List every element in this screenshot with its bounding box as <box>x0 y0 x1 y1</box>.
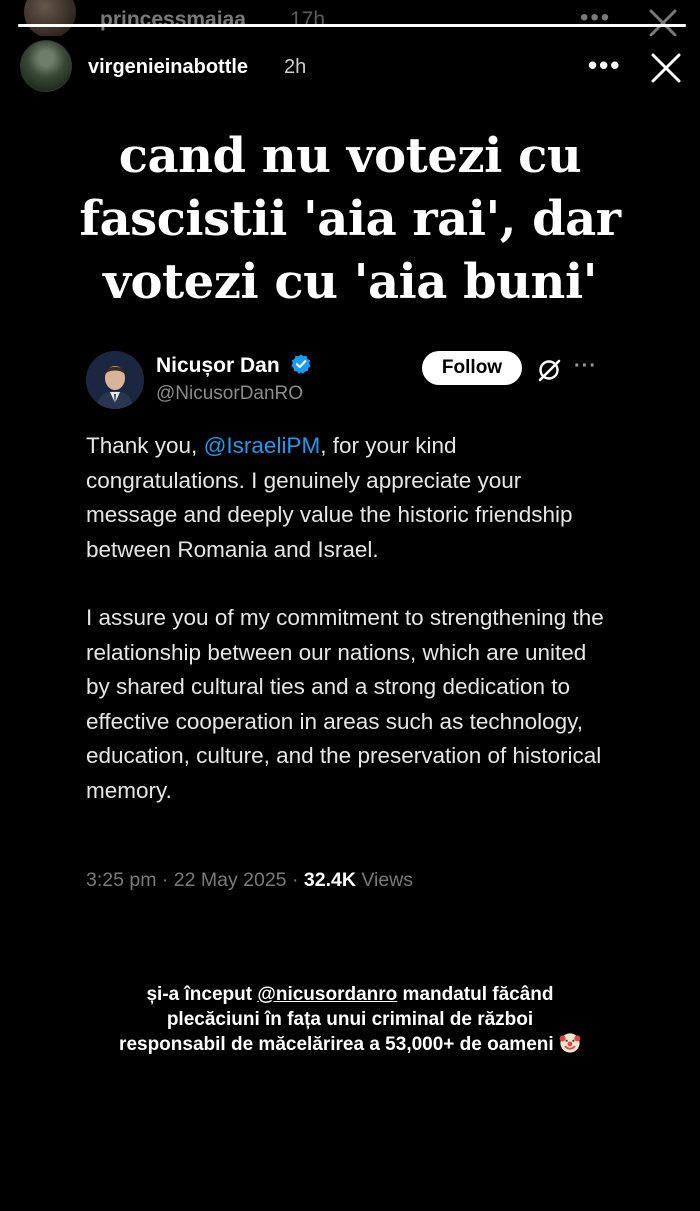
story-time: 2h <box>284 56 307 78</box>
mention-tag[interactable]: @nicusordanro <box>257 984 397 1005</box>
story-progress-fill <box>18 24 686 27</box>
previous-story-close-icon <box>649 9 677 36</box>
tweet-mention: @IsraeliPM <box>203 433 321 458</box>
headline-line-3: votezi cu 'aia buni' <box>103 254 597 310</box>
grok-icon <box>538 359 561 382</box>
tweet-paragraph-2: I assure you of my commitment to strengt… <box>86 605 604 803</box>
tweet-views-label: Views <box>355 869 414 891</box>
tweet-author-handle: @NicusorDanRO <box>156 383 304 404</box>
tweet-author-portrait-icon <box>86 351 144 409</box>
previous-story-more-icon: ••• <box>580 4 612 31</box>
story-author-username[interactable]: virgenieinabottle <box>88 56 248 79</box>
story-progress-bar <box>18 24 686 27</box>
story-caption: și-a început @nicusordanro mandatul făcâ… <box>60 982 640 1057</box>
story-header: virgenieinabottle 2h ••• <box>0 38 700 98</box>
previous-story-header: princessmaiaa 17h ••• <box>0 0 700 36</box>
more-options-icon[interactable]: ••• <box>588 50 621 81</box>
caption-line-1: și-a început @nicusordanro mandatul făcâ… <box>146 984 554 1005</box>
tweet-timestamp: 3:25 pm · 22 May 2025 · <box>86 869 304 891</box>
close-icon[interactable] <box>650 52 682 84</box>
caption-line-2: plecăciuni în fața unui criminal de răzb… <box>166 1009 534 1030</box>
caption-line-3: responsabil de măcelărirea a 53,000+ de … <box>60 1032 640 1057</box>
verified-badge-icon <box>290 354 311 374</box>
headline-line-2: fascistii 'aia rai', dar <box>79 191 621 247</box>
tweet-meta: 3:25 pm · 22 May 2025 · 32.4K Views <box>86 869 413 892</box>
clown-face-icon <box>559 1033 581 1053</box>
tweet-author-avatar <box>86 351 144 409</box>
tweet-views-count: 32.4K <box>303 869 356 891</box>
previous-story-time: 17h <box>290 8 326 31</box>
tweet-more-icon: ··· <box>574 355 597 377</box>
tweet-author-name: Nicușor Dan <box>156 353 312 378</box>
follow-button: Follow <box>422 351 522 385</box>
story-author-avatar[interactable] <box>20 40 72 92</box>
tweet-paragraph-1: Thank you, @IsraeliPM, for your kind con… <box>86 433 573 562</box>
previous-story-avatar <box>24 0 76 36</box>
tweet-body: Thank you, @IsraeliPM, for your kind con… <box>86 429 606 842</box>
headline-line-1: cand nu votezi cu <box>118 128 582 184</box>
previous-story-username: princessmaiaa <box>100 8 246 31</box>
story-headline: cand nu votezi cu fascistii 'aia rai', d… <box>40 125 660 314</box>
